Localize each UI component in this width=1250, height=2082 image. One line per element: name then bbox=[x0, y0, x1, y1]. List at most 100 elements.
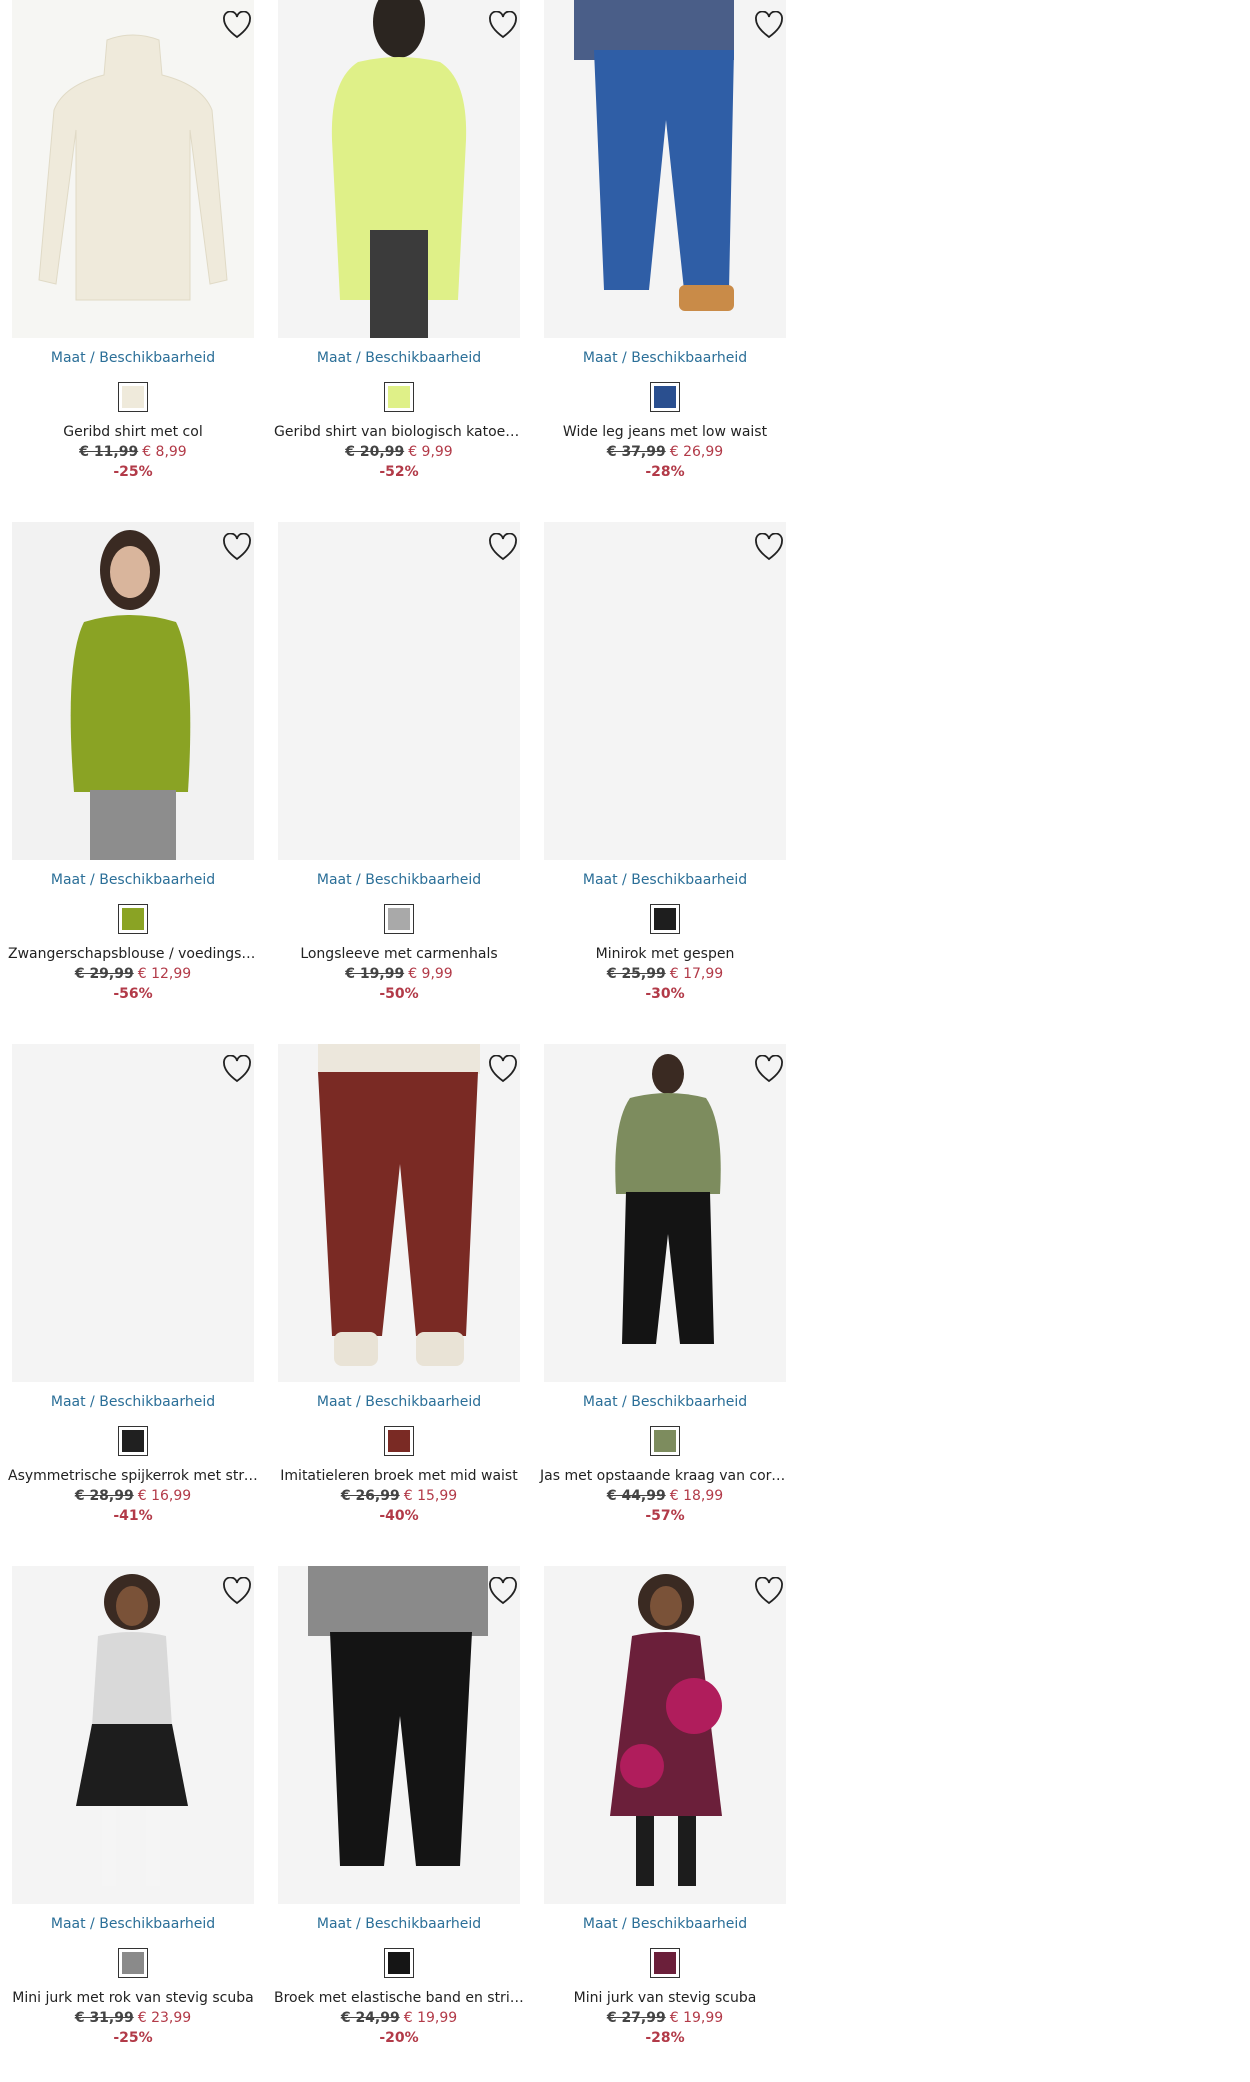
product-card[interactable]: Maat / Beschikbaarheid Zwangerschapsblou… bbox=[0, 522, 266, 1042]
color-swatch[interactable] bbox=[118, 904, 148, 934]
product-photo bbox=[12, 1566, 254, 1904]
product-card[interactable]: Maat / Beschikbaarheid Broek met elastis… bbox=[266, 1566, 532, 2082]
product-prices: € 29,99 € 12,99 bbox=[0, 966, 266, 982]
discount-badge: -28% bbox=[645, 464, 685, 480]
wishlist-heart-icon[interactable] bbox=[220, 1574, 254, 1608]
product-card[interactable]: Maat / Beschikbaarheid Imitatieleren bro… bbox=[266, 1044, 532, 1564]
wishlist-heart-icon[interactable] bbox=[220, 530, 254, 564]
product-card[interactable]: Maat / Beschikbaarheid Longsleeve met ca… bbox=[266, 522, 532, 1042]
wishlist-heart-icon[interactable] bbox=[220, 1052, 254, 1086]
discount-badge: -41% bbox=[113, 1508, 153, 1524]
product-image[interactable] bbox=[544, 1044, 786, 1382]
product-image[interactable] bbox=[278, 1566, 520, 1904]
wishlist-heart-icon[interactable] bbox=[752, 1052, 786, 1086]
color-swatch[interactable] bbox=[650, 382, 680, 412]
product-name[interactable]: Zwangerschapsblouse / voedingsbl… bbox=[0, 946, 266, 962]
product-image[interactable] bbox=[12, 522, 254, 860]
wishlist-heart-icon[interactable] bbox=[486, 8, 520, 42]
discount-badge: -20% bbox=[379, 2030, 419, 2046]
size-availability-link[interactable]: Maat / Beschikbaarheid bbox=[266, 1916, 532, 1932]
product-prices: € 27,99 € 19,99 bbox=[532, 2010, 798, 2026]
color-swatch[interactable] bbox=[118, 382, 148, 412]
size-availability-link[interactable]: Maat / Beschikbaarheid bbox=[266, 872, 532, 888]
product-image[interactable] bbox=[544, 1566, 786, 1904]
wishlist-heart-icon[interactable] bbox=[752, 8, 786, 42]
product-name[interactable]: Jas met opstaande kraag van cordu… bbox=[532, 1468, 798, 1484]
product-photo bbox=[544, 1566, 786, 1904]
product-name[interactable]: Minirok met gespen bbox=[532, 946, 798, 962]
product-image[interactable] bbox=[278, 1044, 520, 1382]
size-availability-link[interactable]: Maat / Beschikbaarheid bbox=[0, 872, 266, 888]
wishlist-heart-icon[interactable] bbox=[752, 1574, 786, 1608]
sale-price: € 23,99 bbox=[137, 2010, 192, 2026]
color-swatch[interactable] bbox=[384, 1426, 414, 1456]
size-availability-link[interactable]: Maat / Beschikbaarheid bbox=[266, 1394, 532, 1410]
product-grid: Maat / Beschikbaarheid Geribd shirt met … bbox=[0, 0, 800, 2082]
color-swatch[interactable] bbox=[384, 382, 414, 412]
product-card[interactable]: Maat / Beschikbaarheid Asymmetrische spi… bbox=[0, 1044, 266, 1564]
old-price: € 27,99 bbox=[606, 2010, 666, 2026]
product-name[interactable]: Imitatieleren broek met mid waist bbox=[266, 1468, 532, 1484]
sale-price: € 17,99 bbox=[669, 966, 724, 982]
product-card[interactable]: Maat / Beschikbaarheid Geribd shirt van … bbox=[266, 0, 532, 520]
wishlist-heart-icon[interactable] bbox=[220, 8, 254, 42]
product-prices: € 25,99 € 17,99 bbox=[532, 966, 798, 982]
product-photo bbox=[12, 1044, 254, 1382]
wishlist-heart-icon[interactable] bbox=[486, 1052, 520, 1086]
sale-price: € 8,99 bbox=[142, 444, 187, 460]
product-card[interactable]: Maat / Beschikbaarheid Mini jurk met rok… bbox=[0, 1566, 266, 2082]
size-availability-link[interactable]: Maat / Beschikbaarheid bbox=[532, 1394, 798, 1410]
size-availability-link[interactable]: Maat / Beschikbaarheid bbox=[0, 1916, 266, 1932]
wishlist-heart-icon[interactable] bbox=[486, 1574, 520, 1608]
old-price: € 44,99 bbox=[606, 1488, 666, 1504]
product-card[interactable]: Maat / Beschikbaarheid Geribd shirt met … bbox=[0, 0, 266, 520]
color-swatch[interactable] bbox=[384, 1948, 414, 1978]
product-photo bbox=[12, 522, 254, 860]
product-name[interactable]: Geribd shirt met col bbox=[0, 424, 266, 440]
size-availability-link[interactable]: Maat / Beschikbaarheid bbox=[266, 350, 532, 366]
product-image[interactable] bbox=[12, 0, 254, 338]
wishlist-heart-icon[interactable] bbox=[486, 530, 520, 564]
product-prices: € 28,99 € 16,99 bbox=[0, 1488, 266, 1504]
product-name[interactable]: Broek met elastische band en strik… bbox=[266, 1990, 532, 2006]
old-price: € 31,99 bbox=[74, 2010, 134, 2026]
size-availability-link[interactable]: Maat / Beschikbaarheid bbox=[532, 350, 798, 366]
product-name[interactable]: Longsleeve met carmenhals bbox=[266, 946, 532, 962]
product-name[interactable]: Mini jurk met rok van stevig scuba bbox=[0, 1990, 266, 2006]
product-photo bbox=[278, 1566, 520, 1904]
product-card[interactable]: Maat / Beschikbaarheid Jas met opstaande… bbox=[532, 1044, 798, 1564]
product-card[interactable]: Maat / Beschikbaarheid Minirok met gespe… bbox=[532, 522, 798, 1042]
size-availability-link[interactable]: Maat / Beschikbaarheid bbox=[0, 350, 266, 366]
product-image[interactable] bbox=[12, 1044, 254, 1382]
size-availability-link[interactable]: Maat / Beschikbaarheid bbox=[532, 1916, 798, 1932]
product-photo bbox=[544, 1044, 786, 1382]
color-swatch[interactable] bbox=[650, 904, 680, 934]
color-swatch[interactable] bbox=[384, 904, 414, 934]
old-price: € 20,99 bbox=[345, 444, 405, 460]
color-swatch[interactable] bbox=[650, 1426, 680, 1456]
size-availability-link[interactable]: Maat / Beschikbaarheid bbox=[532, 872, 798, 888]
color-swatch[interactable] bbox=[118, 1426, 148, 1456]
product-name[interactable]: Mini jurk van stevig scuba bbox=[532, 1990, 798, 2006]
wishlist-heart-icon[interactable] bbox=[752, 530, 786, 564]
product-photo bbox=[278, 0, 520, 338]
color-swatch[interactable] bbox=[118, 1948, 148, 1978]
product-name[interactable]: Geribd shirt van biologisch katoen … bbox=[266, 424, 532, 440]
sale-price: € 26,99 bbox=[669, 444, 724, 460]
sale-price: € 9,99 bbox=[408, 444, 453, 460]
product-image[interactable] bbox=[544, 522, 786, 860]
color-swatch[interactable] bbox=[650, 1948, 680, 1978]
product-card[interactable]: Maat / Beschikbaarheid Mini jurk van ste… bbox=[532, 1566, 798, 2082]
product-card[interactable]: Maat / Beschikbaarheid Wide leg jeans me… bbox=[532, 0, 798, 520]
old-price: € 37,99 bbox=[606, 444, 666, 460]
sale-price: € 15,99 bbox=[403, 1488, 458, 1504]
product-name[interactable]: Asymmetrische spijkerrok met stre… bbox=[0, 1468, 266, 1484]
product-name[interactable]: Wide leg jeans met low waist bbox=[532, 424, 798, 440]
product-image[interactable] bbox=[278, 522, 520, 860]
product-image[interactable] bbox=[544, 0, 786, 338]
product-photo bbox=[544, 0, 786, 338]
size-availability-link[interactable]: Maat / Beschikbaarheid bbox=[0, 1394, 266, 1410]
product-image[interactable] bbox=[12, 1566, 254, 1904]
sale-price: € 16,99 bbox=[137, 1488, 192, 1504]
product-image[interactable] bbox=[278, 0, 520, 338]
